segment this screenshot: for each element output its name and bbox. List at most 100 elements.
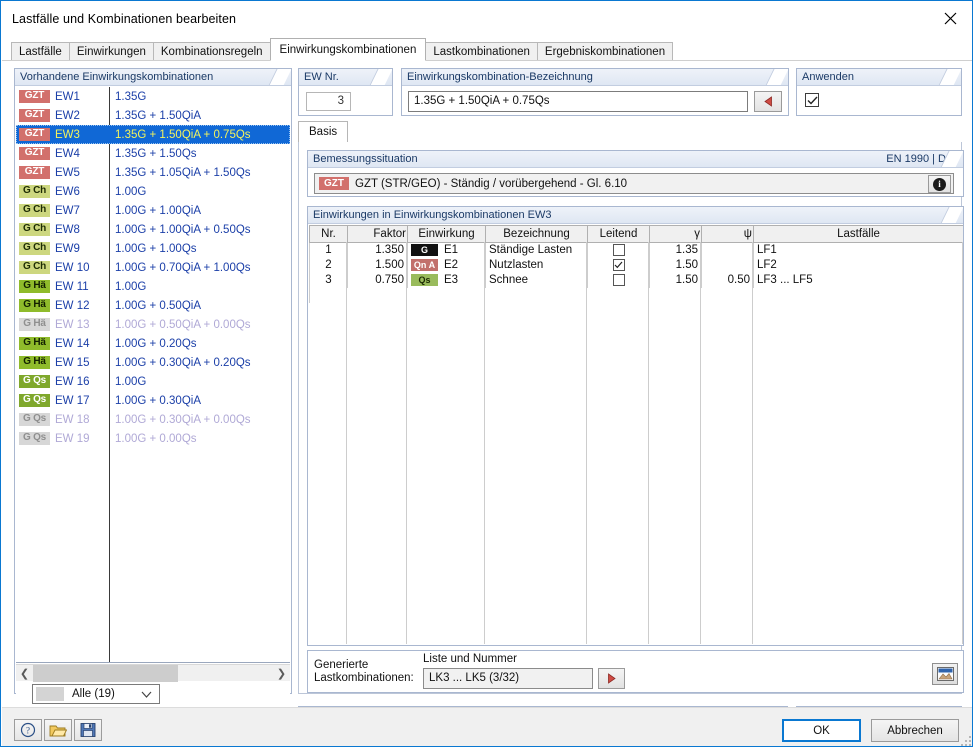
combinations-list[interactable]: GZT EW1 1.35G GZT EW2 1.35G + 1.50QiA GZT EW3 1.… bbox=[16, 87, 290, 663]
actions-grid: Nr. Faktor Einwirkung Bezeichnung Leitend γ ψ L… bbox=[309, 225, 963, 288]
folder-open-icon[interactable] bbox=[44, 719, 72, 741]
column-header[interactable]: ψ bbox=[701, 225, 754, 243]
chevron-right-icon[interactable]: ❯ bbox=[273, 665, 290, 682]
list-item[interactable]: G Ch EW8 1.00G + 1.00QiA + 0.50Qs bbox=[16, 220, 290, 239]
tab-basis[interactable]: Basis bbox=[298, 121, 349, 142]
scrollbar-thumb[interactable] bbox=[33, 664, 178, 682]
table-row[interactable]: 1 1.350 G E1 Ständige Lasten 1.35 LF1 bbox=[309, 242, 963, 258]
list-item[interactable]: GZT EW3 1.35G + 1.50QiA + 0.75Qs bbox=[16, 125, 290, 144]
scrollbar-track[interactable] bbox=[33, 664, 273, 682]
list-item[interactable]: G Hä EW 15 1.00G + 0.30QiA + 0.20Qs bbox=[16, 353, 290, 372]
help-icon[interactable]: ? bbox=[14, 719, 42, 741]
list-item[interactable]: G Qs EW 19 1.00G + 0.00Qs bbox=[16, 429, 290, 448]
row-factor: 1.500 bbox=[347, 257, 408, 273]
list-item[interactable]: G Hä EW 11 1.00G bbox=[16, 277, 290, 296]
list-item[interactable]: G Ch EW7 1.00G + 1.00QiA bbox=[16, 201, 290, 220]
tab-lastkombinationen[interactable]: Lastkombinationen bbox=[425, 42, 538, 61]
generated-sublabel: Liste und Nummer bbox=[423, 653, 517, 665]
column-header[interactable]: Leitend bbox=[587, 225, 650, 243]
actions-table-header: Einwirkungen in Einwirkungskombinationen… bbox=[308, 207, 963, 224]
action-id: E3 bbox=[444, 274, 459, 286]
combination-type-badge: GZT bbox=[19, 109, 50, 122]
column-header[interactable]: Faktor bbox=[347, 225, 408, 243]
combination-name: EW 19 bbox=[55, 432, 90, 445]
ew-number-input[interactable]: 3 bbox=[306, 92, 351, 111]
list-item[interactable]: GZT EW5 1.35G + 1.05QiA + 1.50Qs bbox=[16, 163, 290, 182]
tab-einwirkungen[interactable]: Einwirkungen bbox=[68, 42, 154, 61]
combination-formula: 1.00G + 1.00QiA + 0.50Qs bbox=[115, 223, 251, 236]
list-filter-bar: Alle (19) bbox=[16, 682, 290, 707]
combination-type-badge: GZT bbox=[19, 90, 50, 103]
list-item[interactable]: G Qs EW 18 1.00G + 0.30QiA + 0.00Qs bbox=[16, 410, 290, 429]
table-row[interactable]: 3 0.750 Qs E3 Schnee 1.50 0.50 LF3 ... LF5 bbox=[309, 272, 963, 288]
list-item[interactable]: G Hä EW 12 1.00G + 0.50QiA bbox=[16, 296, 290, 315]
generated-label-line1: Generierte bbox=[314, 659, 369, 671]
row-leading-cell bbox=[587, 242, 650, 258]
filter-dropdown[interactable]: Alle (19) bbox=[32, 684, 160, 704]
combination-name: EW5 bbox=[55, 166, 80, 179]
dialog-window: Lastfälle und Kombinationen bearbeiten L… bbox=[0, 0, 973, 747]
tab-kombinationsregeln[interactable]: Kombinationsregeln bbox=[152, 42, 271, 61]
row-load-cases: LF3 ... LF5 bbox=[753, 272, 963, 288]
list-horizontal-scrollbar[interactable]: ❮ ❯ bbox=[16, 664, 290, 682]
column-header[interactable]: Nr. bbox=[309, 225, 348, 243]
combination-formula: 1.00G + 0.50QiA + 0.00Qs bbox=[115, 318, 251, 331]
info-icon[interactable]: i bbox=[928, 175, 951, 193]
tab-einwirkungskombinationen[interactable]: Einwirkungskombinationen bbox=[269, 38, 427, 61]
close-icon[interactable] bbox=[927, 2, 972, 34]
combination-formula: 1.00G bbox=[115, 375, 147, 388]
list-item[interactable]: G Ch EW6 1.00G bbox=[16, 182, 290, 201]
list-item[interactable]: G Ch EW9 1.00G + 1.00Qs bbox=[16, 239, 290, 258]
combination-name: EW8 bbox=[55, 223, 80, 236]
generated-label-line2: Lastkombinationen: bbox=[314, 672, 414, 684]
combination-name: EW 12 bbox=[55, 299, 90, 312]
window-title: Lastfälle und Kombinationen bearbeiten bbox=[12, 11, 237, 26]
leading-checkbox[interactable] bbox=[612, 244, 625, 257]
tab-lastf-lle[interactable]: Lastfälle bbox=[11, 42, 70, 61]
list-item[interactable]: GZT EW2 1.35G + 1.50QiA bbox=[16, 106, 290, 125]
column-header[interactable]: γ bbox=[649, 225, 702, 243]
ew-number-header: EW Nr. bbox=[299, 69, 392, 86]
list-item[interactable]: G Qs EW 17 1.00G + 0.30QiA bbox=[16, 391, 290, 410]
cancel-button[interactable]: Abbrechen bbox=[871, 719, 959, 742]
list-item[interactable]: G Qs EW 16 1.00G bbox=[16, 372, 290, 391]
column-header[interactable]: Lastfälle bbox=[753, 225, 963, 243]
leading-checkbox[interactable] bbox=[612, 258, 625, 271]
info-glyph: i bbox=[933, 177, 946, 191]
row-gamma: 1.50 bbox=[649, 257, 702, 273]
list-item[interactable]: G Ch EW 10 1.00G + 0.70QiA + 1.00Qs bbox=[16, 258, 290, 277]
combination-type-badge: G Hä bbox=[19, 337, 50, 350]
combination-type-badge: G Hä bbox=[19, 356, 50, 369]
picture-icon[interactable] bbox=[932, 663, 958, 685]
leading-checkbox[interactable] bbox=[612, 273, 625, 286]
ok-button[interactable]: OK bbox=[782, 719, 861, 742]
list-item[interactable]: G Hä EW 14 1.00G + 0.20Qs bbox=[16, 334, 290, 353]
floppy-save-icon[interactable] bbox=[74, 719, 102, 741]
combination-type-badge: G Ch bbox=[19, 185, 50, 198]
list-item[interactable]: GZT EW1 1.35G bbox=[16, 87, 290, 106]
left-triangle-icon[interactable] bbox=[754, 91, 782, 112]
right-triangle-icon[interactable] bbox=[598, 668, 625, 689]
generated-value-field[interactable]: LK3 ... LK5 (3/32) bbox=[423, 668, 593, 689]
combination-formula: 1.00G bbox=[115, 280, 147, 293]
tab-strip: Lastfälle Einwirkungen Kombinationsregeln E… bbox=[2, 35, 972, 61]
action-type-badge: G bbox=[411, 244, 438, 257]
list-item[interactable]: G Hä EW 13 1.00G + 0.50QiA + 0.00Qs bbox=[16, 315, 290, 334]
column-header[interactable]: Einwirkung bbox=[407, 225, 486, 243]
table-empty-row bbox=[309, 287, 963, 303]
design-situation-value: GZT (STR/GEO) - Ständig / vorübergehend … bbox=[355, 177, 628, 190]
designation-input[interactable]: 1.35G + 1.50QiA + 0.75Qs bbox=[408, 91, 748, 112]
design-situation-field[interactable]: GZT GZT (STR/GEO) - Ständig / vorübergeh… bbox=[314, 173, 954, 194]
combination-formula: 1.00G bbox=[115, 185, 147, 198]
column-header[interactable]: Bezeichnung bbox=[485, 225, 588, 243]
list-item[interactable]: GZT EW4 1.35G + 1.50Qs bbox=[16, 144, 290, 163]
tab-ergebniskombinationen[interactable]: Ergebniskombinationen bbox=[536, 42, 674, 61]
resize-grip[interactable] bbox=[957, 732, 971, 746]
chevron-left-icon[interactable]: ❮ bbox=[16, 665, 33, 682]
action-type-badge: Qn A bbox=[411, 259, 438, 271]
actions-table[interactable]: Nr. Faktor Einwirkung Bezeichnung Leitend γ ψ L… bbox=[309, 225, 963, 644]
apply-checkbox[interactable] bbox=[805, 93, 819, 107]
table-row[interactable]: 2 1.500 Qn A E2 Nutzlasten 1.50 LF2 bbox=[309, 257, 963, 273]
sub-tab-strip: Basis bbox=[298, 121, 962, 143]
action-id: E2 bbox=[444, 259, 459, 271]
